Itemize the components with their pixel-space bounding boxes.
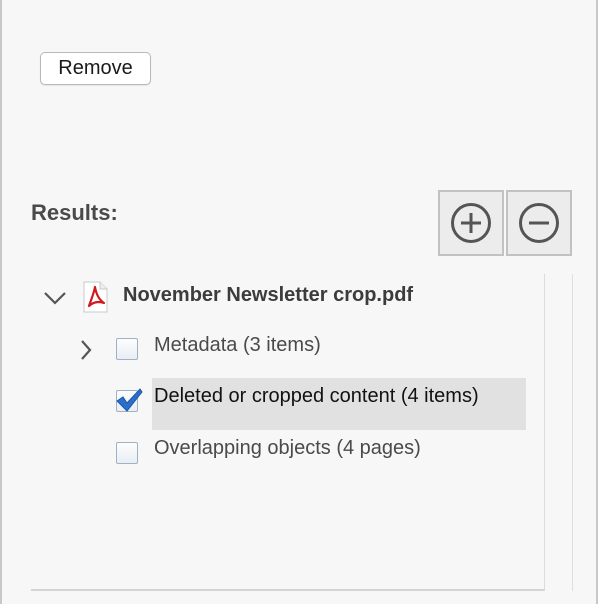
window-left-border: [0, 0, 2, 604]
metadata-checkbox[interactable]: [116, 338, 138, 360]
pdf-file-icon: [83, 281, 108, 313]
tree-item-overlapping-objects[interactable]: Overlapping objects (4 pages): [154, 437, 421, 460]
remove-button[interactable]: Remove: [40, 52, 151, 85]
checkmark-icon: [116, 388, 143, 412]
chevron-down-icon[interactable]: [43, 290, 67, 306]
results-label: Results:: [31, 200, 118, 225]
expand-all-button[interactable]: [438, 190, 504, 256]
scrollbar-track[interactable]: [572, 274, 573, 591]
tree-item-metadata[interactable]: Metadata (3 items): [154, 334, 321, 357]
minus-circle-icon: [519, 203, 559, 243]
overlapping-objects-checkbox[interactable]: [116, 442, 138, 464]
tree-item-deleted-content[interactable]: Deleted or cropped content (4 items): [154, 385, 479, 408]
chevron-right-icon[interactable]: [79, 339, 93, 361]
plus-circle-icon: [451, 203, 491, 243]
collapse-all-button[interactable]: [506, 190, 572, 256]
results-tree-panel: [31, 274, 545, 591]
tree-root-file-name[interactable]: November Newsletter crop.pdf: [123, 284, 413, 307]
